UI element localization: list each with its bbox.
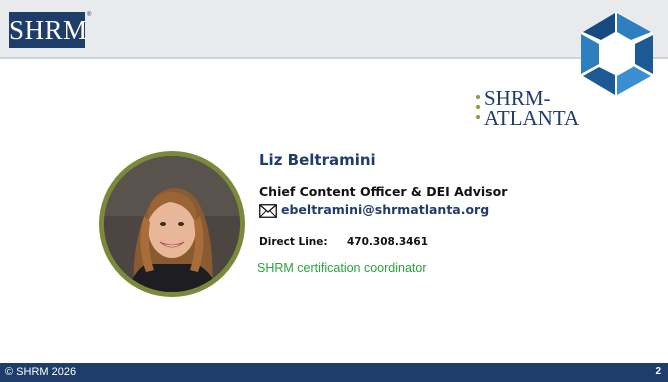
registered-mark: ® [87, 12, 92, 18]
shrm-logo: SHRM [9, 12, 88, 48]
shrm-atlanta-line2: ATLANTA [484, 106, 580, 130]
email-link[interactable]: ebeltramini@shrmatlanta.org [281, 202, 489, 217]
shrm-hexagon-logo-icon [581, 12, 653, 96]
page-number: 2 [655, 366, 661, 377]
atlanta-dot [476, 115, 480, 119]
contact-name: Liz Beltramini [259, 151, 376, 169]
role-note: SHRM certification coordinator [257, 261, 427, 275]
atlanta-dot [476, 95, 480, 99]
copyright-text: © SHRM 2026 [5, 366, 77, 378]
shrm-atlanta-line1: SHRM- [484, 86, 551, 110]
footer-bar: © SHRM 2026 2 [0, 363, 668, 382]
envelope-icon [259, 204, 277, 218]
header-divider [0, 57, 668, 59]
header-bar: SHRM ® [0, 0, 668, 57]
slide: SHRM ® SHRM- ATLANTA Liz Beltramini Chie… [0, 0, 668, 382]
atlanta-dot [476, 105, 480, 109]
avatar-portrait [104, 156, 240, 292]
direct-line-label: Direct Line: [259, 236, 328, 248]
atlanta-dots [474, 94, 482, 124]
avatar [104, 156, 240, 292]
direct-line-number: 470.308.3461 [347, 236, 429, 248]
contact-title: Chief Content Officer & DEI Advisor [259, 184, 508, 199]
shrm-logo-text: SHRM [9, 15, 88, 45]
